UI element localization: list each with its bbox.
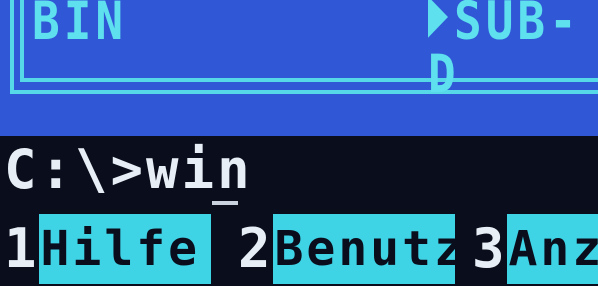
- text-cursor: [212, 201, 238, 205]
- f2-number: 2: [238, 217, 271, 280]
- left-panel-title[interactable]: BIN: [32, 0, 127, 47]
- f1-help-key[interactable]: 1 Hilfe: [4, 212, 211, 286]
- f2-user-key[interactable]: 2 Benutz: [238, 212, 463, 286]
- right-panel-title-label: SUB-D: [428, 0, 581, 105]
- right-panel-title[interactable]: SUB-D: [428, 0, 598, 100]
- f3-view-key[interactable]: 3 Anz: [472, 212, 598, 286]
- f2-label: Benutz: [272, 214, 463, 284]
- f1-number: 1: [4, 217, 37, 280]
- file-panels: BIN SUB-D: [0, 0, 598, 136]
- f1-label: Hilfe: [38, 214, 211, 284]
- command-prompt[interactable]: C:\>win: [4, 143, 253, 197]
- f3-number: 3: [472, 217, 505, 280]
- play-arrow-icon: [428, 0, 448, 38]
- dos-screen: BIN SUB-D C:\>win 1 Hilfe 2 Benutz 3 Anz: [0, 0, 598, 286]
- f3-label: Anz: [506, 214, 598, 284]
